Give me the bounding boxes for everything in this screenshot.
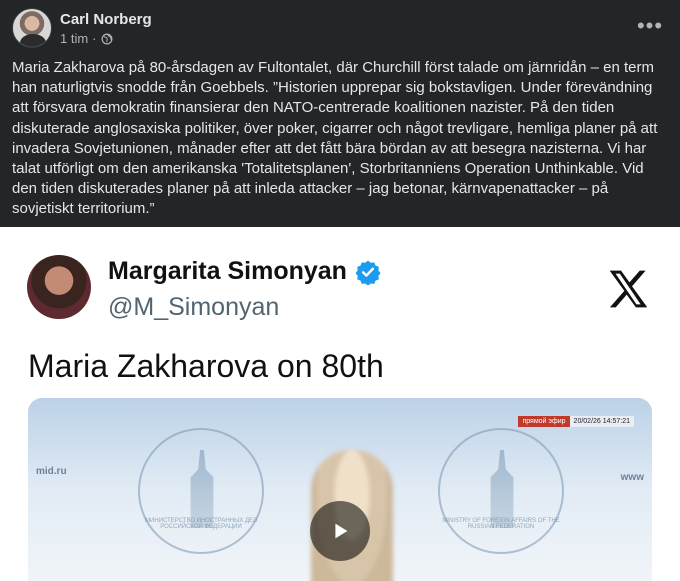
post-text: Maria Zakharova på 80-årsdagen av Fulton… bbox=[12, 59, 658, 218]
author-name[interactable]: Carl Norberg bbox=[60, 11, 152, 28]
post-meta: 1 tim · bbox=[60, 31, 113, 46]
tweet-author-name: Margarita Simonyan bbox=[108, 257, 347, 285]
play-button[interactable] bbox=[310, 501, 370, 561]
watermark-right: www bbox=[620, 472, 644, 483]
meta-separator: · bbox=[92, 31, 97, 46]
play-icon bbox=[335, 523, 348, 539]
tweet-text: Maria Zakharova on 80th bbox=[28, 348, 384, 384]
emblem-caption-left: МИНИСТЕРСТВО ИНОСТРАННЫХ ДЕЛ РОССИЙСКОЙ … bbox=[145, 518, 257, 530]
live-label: прямой эфир bbox=[518, 416, 570, 427]
globe-icon[interactable] bbox=[101, 33, 113, 45]
ministry-emblem-right bbox=[438, 428, 564, 554]
video-player[interactable]: МИНИСТЕРСТВО ИНОСТРАННЫХ ДЕЛ РОССИЙСКОЙ … bbox=[28, 398, 652, 581]
author-avatar[interactable] bbox=[12, 8, 52, 48]
tweet-author-row: Margarita Simonyan bbox=[108, 257, 381, 286]
tweet-avatar bbox=[27, 255, 91, 319]
more-options-icon[interactable]: ••• bbox=[634, 12, 666, 40]
ministry-emblem-left bbox=[138, 428, 264, 554]
watermark-left: mid.ru bbox=[36, 466, 67, 477]
post-media[interactable]: Margarita Simonyan @M_Simonyan Maria Zak… bbox=[0, 227, 680, 581]
tweet-handle: @M_Simonyan bbox=[108, 293, 280, 321]
emblem-caption-right: MINISTRY OF FOREIGN AFFAIRS OF THE RUSSI… bbox=[442, 518, 560, 530]
broadcast-timestamp: 20/02/26 14:57:21 bbox=[569, 416, 634, 427]
x-logo-icon bbox=[609, 270, 648, 308]
post-header: Carl Norberg 1 tim · ••• bbox=[0, 0, 680, 56]
live-badge: прямой эфир 20/02/26 14:57:21 bbox=[518, 416, 634, 427]
post-time[interactable]: 1 tim bbox=[60, 31, 88, 46]
verified-badge-icon bbox=[355, 260, 381, 285]
